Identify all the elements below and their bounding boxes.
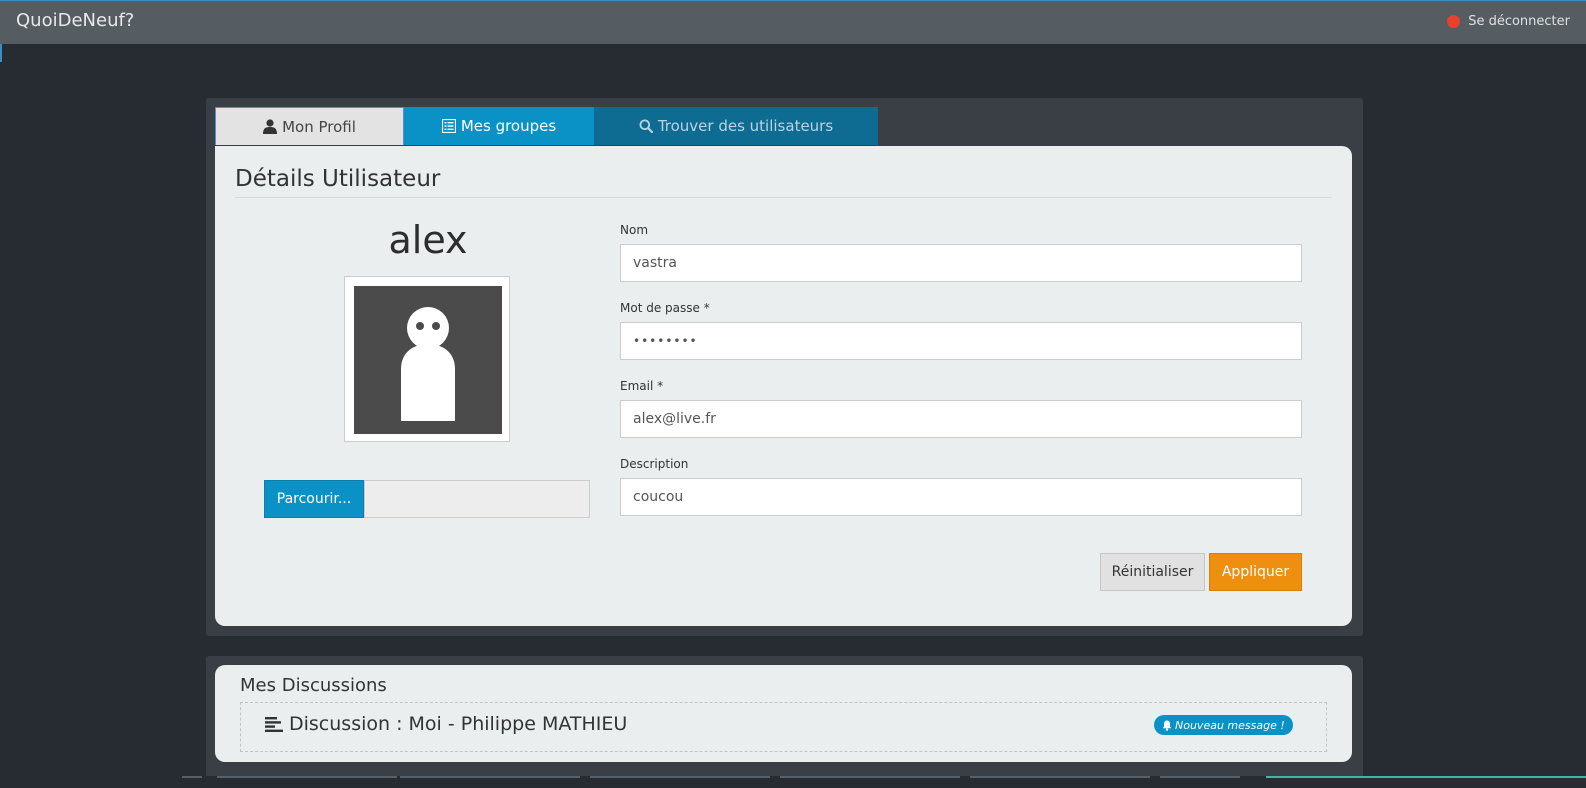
apply-button[interactable]: Appliquer bbox=[1209, 553, 1302, 591]
discussion-label: Discussion : Moi - Philippe MATHIEU bbox=[289, 713, 628, 735]
top-navbar: QuoiDeNeuf? Se déconnecter bbox=[0, 0, 1586, 44]
new-message-badge: Nouveau message ! bbox=[1154, 715, 1293, 735]
strip-segment bbox=[400, 776, 580, 778]
search-icon bbox=[639, 119, 653, 133]
strip-segment bbox=[590, 776, 770, 778]
tab-bar: Mon Profil Mes groupes Trouver des utili… bbox=[215, 107, 878, 146]
user-details-card: Détails Utilisateur alex Parcourir... No… bbox=[215, 146, 1352, 626]
strip-segment bbox=[182, 776, 202, 778]
user-icon bbox=[263, 119, 278, 134]
status-dot-icon bbox=[1447, 15, 1461, 28]
tab-mon-profil[interactable]: Mon Profil bbox=[215, 107, 404, 145]
password-label: Mot de passe * bbox=[620, 301, 710, 315]
default-avatar-icon bbox=[354, 286, 502, 434]
tab-label: Mes groupes bbox=[460, 117, 557, 135]
profile-panel: Mon Profil Mes groupes Trouver des utili… bbox=[206, 98, 1363, 636]
tab-label: Mon Profil bbox=[282, 117, 356, 136]
title-divider bbox=[235, 197, 1332, 198]
logout-label: Se déconnecter bbox=[1468, 14, 1570, 29]
app-brand[interactable]: QuoiDeNeuf? bbox=[16, 10, 134, 31]
browse-button[interactable]: Parcourir... bbox=[264, 480, 364, 518]
username-heading: alex bbox=[388, 218, 468, 262]
list-icon bbox=[441, 119, 456, 133]
tab-trouver-utilisateurs[interactable]: Trouver des utilisateurs bbox=[594, 107, 878, 145]
password-input[interactable]: •••••••• bbox=[620, 322, 1302, 360]
discussions-card: Mes Discussions Discussion : Moi - Phili… bbox=[215, 665, 1352, 762]
description-input[interactable]: coucou bbox=[620, 478, 1302, 516]
name-input[interactable]: vastra bbox=[620, 244, 1302, 282]
discussions-panel: Mes Discussions Discussion : Moi - Phili… bbox=[206, 656, 1363, 788]
strip-segment bbox=[1160, 776, 1240, 778]
discussions-title: Mes Discussions bbox=[240, 675, 387, 696]
discussion-list: Discussion : Moi - Philippe MATHIEU Nouv… bbox=[240, 702, 1327, 752]
strip-segment bbox=[970, 776, 1150, 778]
email-label: Email * bbox=[620, 379, 664, 393]
description-label: Description bbox=[620, 457, 689, 471]
navbar-accent bbox=[0, 44, 2, 62]
align-left-icon bbox=[265, 716, 283, 732]
reset-button[interactable]: Réinitialiser bbox=[1100, 553, 1205, 591]
badge-label: Nouveau message ! bbox=[1175, 718, 1285, 732]
bell-icon bbox=[1162, 720, 1172, 731]
email-input[interactable]: alex@live.fr bbox=[620, 400, 1302, 438]
strip-segment bbox=[780, 776, 960, 778]
avatar bbox=[344, 276, 510, 442]
strip-segment bbox=[1266, 776, 1586, 778]
discussion-item[interactable]: Discussion : Moi - Philippe MATHIEU bbox=[265, 713, 627, 735]
card-title: Détails Utilisateur bbox=[235, 166, 441, 192]
file-path-field[interactable] bbox=[364, 480, 590, 518]
bottom-strip bbox=[0, 776, 1586, 788]
tab-label: Trouver des utilisateurs bbox=[657, 117, 834, 135]
logout-link[interactable]: Se déconnecter bbox=[1447, 14, 1570, 29]
name-label: Nom bbox=[620, 223, 649, 237]
tab-mes-groupes[interactable]: Mes groupes bbox=[404, 107, 594, 145]
strip-segment bbox=[217, 776, 397, 778]
